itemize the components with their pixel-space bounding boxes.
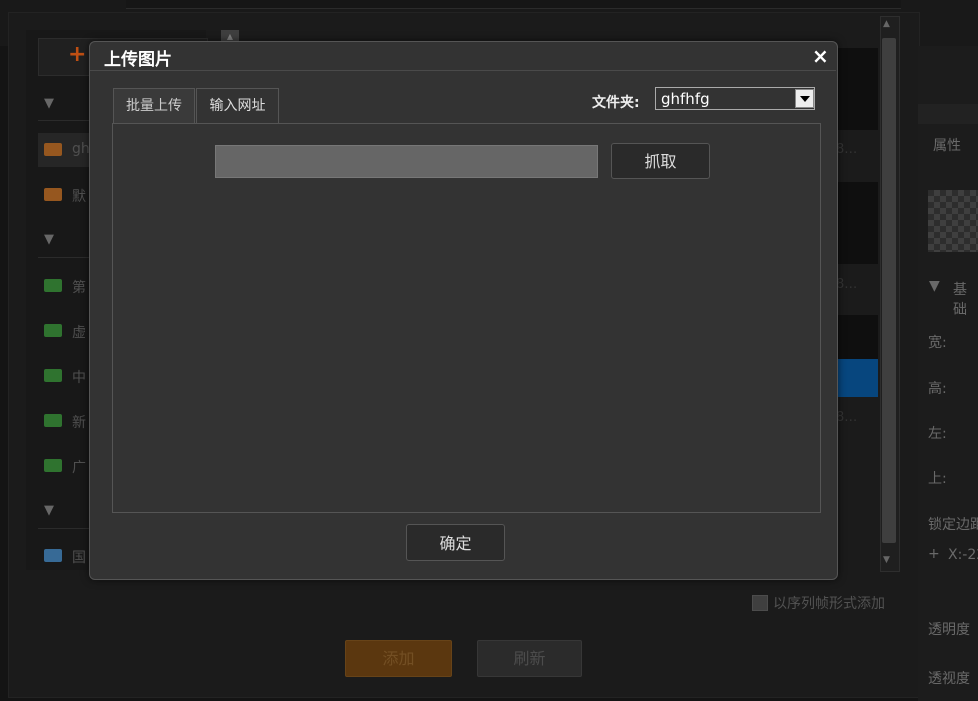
- tab-content-panel: [112, 123, 821, 513]
- confirm-button[interactable]: 确定: [406, 524, 505, 561]
- folder-select[interactable]: ghfhfg: [655, 87, 815, 110]
- dialog-title: 上传图片: [104, 50, 172, 70]
- tab-batch-upload[interactable]: 批量上传: [113, 88, 195, 123]
- close-icon[interactable]: ×: [812, 44, 829, 68]
- dialog-header-divider: [90, 70, 836, 71]
- chevron-down-icon[interactable]: [795, 89, 814, 108]
- url-input[interactable]: [215, 145, 598, 178]
- tab-enter-url[interactable]: 输入网址: [196, 88, 279, 124]
- folder-label: 文件夹:: [592, 95, 640, 111]
- fetch-button[interactable]: 抓取: [611, 143, 710, 179]
